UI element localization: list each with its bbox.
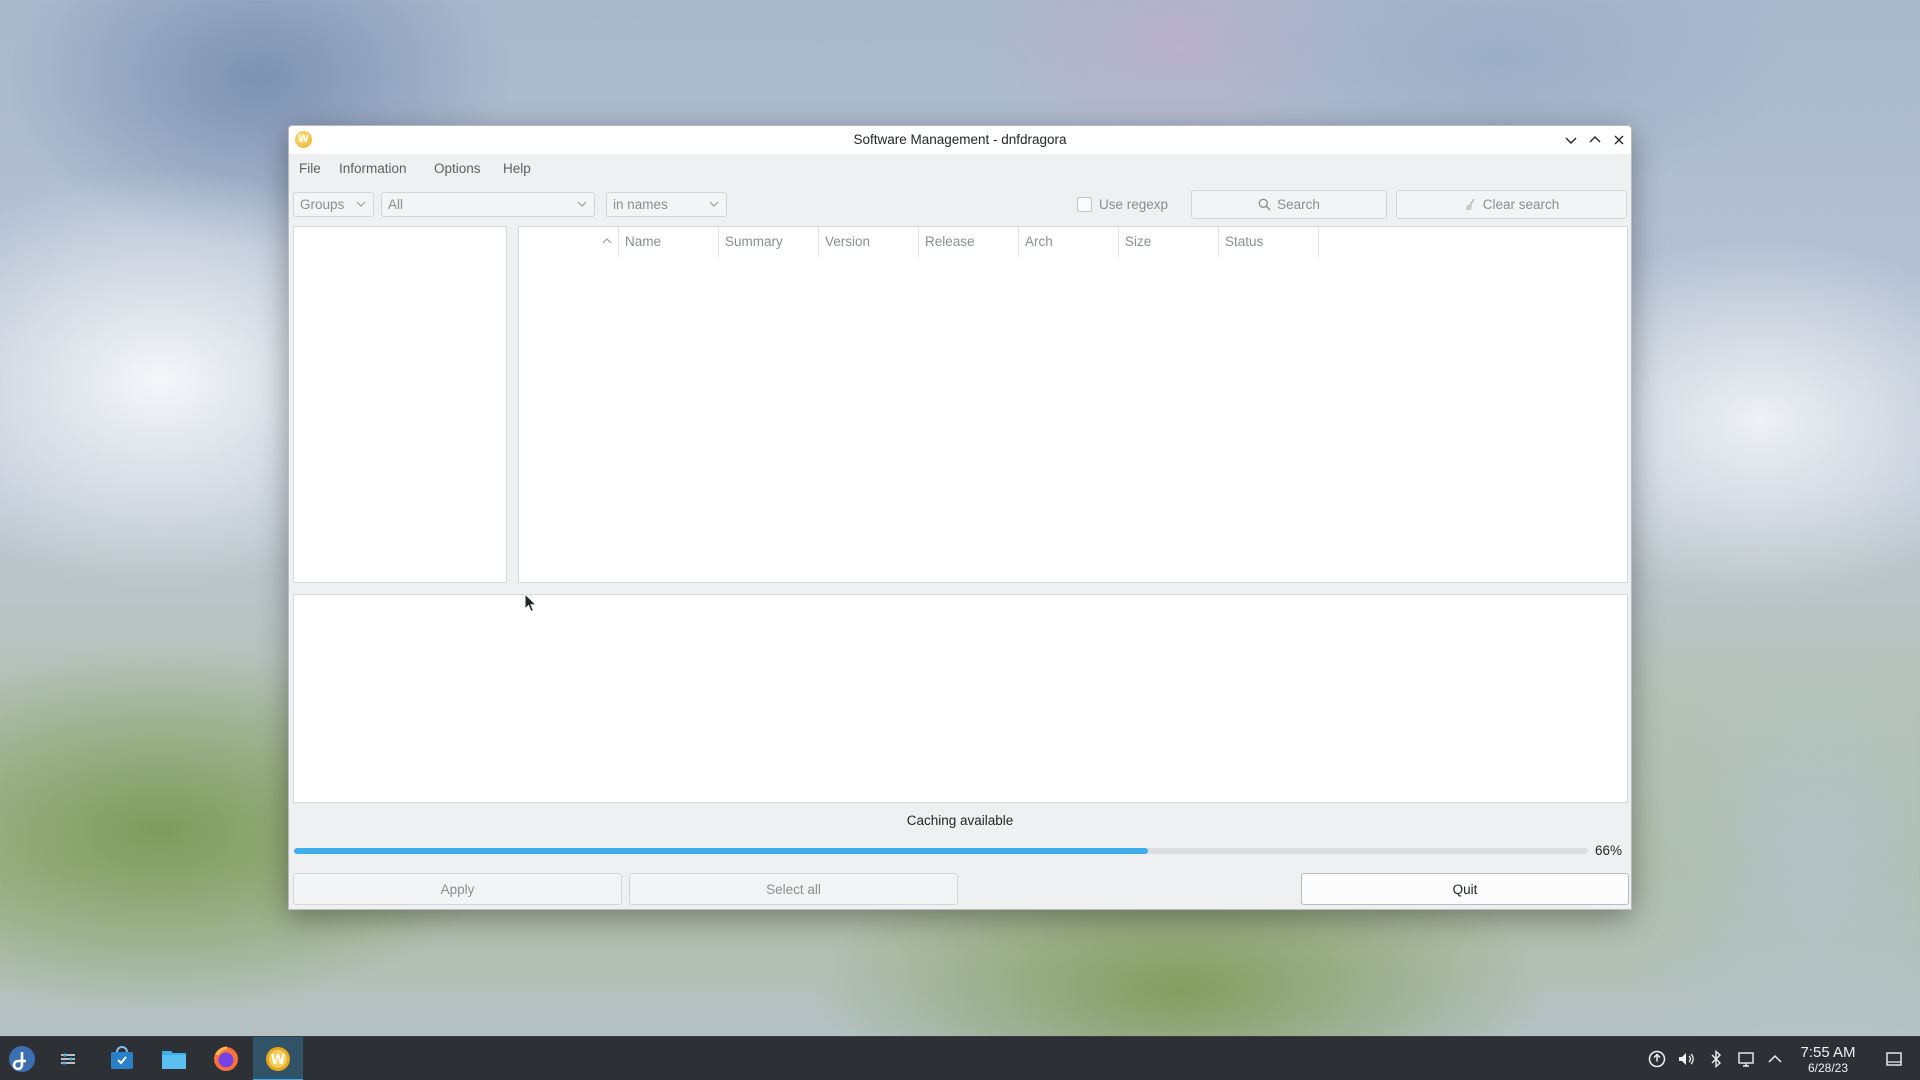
sort-ascending-icon — [602, 238, 612, 244]
search-icon — [1258, 198, 1271, 211]
menu-options[interactable]: Options — [434, 161, 481, 176]
quit-button[interactable]: Quit — [1301, 873, 1629, 905]
chevron-down-icon — [356, 201, 366, 207]
view-combo[interactable]: Groups — [293, 192, 374, 217]
search-scope-value: in names — [613, 197, 668, 212]
use-regexp-label: Use regexp — [1099, 197, 1169, 212]
settings-icon[interactable] — [52, 1043, 84, 1075]
clock-date[interactable]: 6/28/23 — [1788, 1061, 1868, 1075]
close-button[interactable] — [1609, 130, 1629, 150]
mouse-cursor-icon — [524, 593, 538, 613]
dnfdragora-icon[interactable]: W — [262, 1043, 294, 1075]
menu-information[interactable]: Information — [339, 161, 407, 176]
select-all-button[interactable]: Select all — [629, 873, 958, 905]
svg-text:W: W — [271, 1053, 285, 1068]
minimize-button[interactable] — [1561, 130, 1581, 150]
chevron-up-icon — [1589, 136, 1601, 143]
column-header-status[interactable]: Status — [1219, 227, 1319, 257]
menu-bar: File Information Options Help — [289, 154, 1631, 182]
search-scope-combo[interactable]: in names — [606, 192, 727, 217]
column-header-release[interactable]: Release — [919, 227, 1019, 257]
group-list[interactable] — [293, 226, 507, 583]
broom-icon — [1465, 198, 1475, 210]
close-icon — [1614, 135, 1624, 145]
maximize-button[interactable] — [1585, 130, 1605, 150]
progress-bar-fill — [294, 848, 1149, 854]
chevron-down-icon — [709, 201, 719, 207]
volume-icon[interactable] — [1677, 1050, 1695, 1068]
title-bar[interactable]: W Software Management - dnfdragora — [289, 126, 1631, 154]
dnfdragora-window: W Software Management - dnfdragora File … — [288, 125, 1632, 910]
column-header-name[interactable]: Name — [619, 227, 719, 257]
progress-bar — [294, 848, 1588, 854]
column-header-summary[interactable]: Summary — [719, 227, 819, 257]
bluetooth-icon[interactable] — [1707, 1049, 1725, 1069]
table-header: Name Summary Version Release Arch Size S… — [519, 227, 1627, 257]
clock-time[interactable]: 7:55 AM — [1788, 1044, 1868, 1061]
menu-help[interactable]: Help — [503, 161, 531, 176]
column-header-arch[interactable]: Arch — [1019, 227, 1119, 257]
chevron-down-icon — [1565, 137, 1577, 144]
filter-combo[interactable]: All — [381, 192, 595, 217]
expand-tray-icon[interactable] — [1766, 1050, 1784, 1068]
column-header-size[interactable]: Size — [1119, 227, 1219, 257]
fedora-start-icon[interactable] — [6, 1043, 38, 1075]
package-info-panel[interactable] — [293, 594, 1628, 803]
taskbar: W 7:55 AM 6/28/23 — [0, 1036, 1920, 1080]
menu-file[interactable]: File — [299, 161, 321, 176]
chevron-down-icon — [577, 201, 587, 207]
file-manager-icon[interactable] — [158, 1043, 190, 1075]
discover-store-icon[interactable] — [106, 1043, 138, 1075]
view-combo-value: Groups — [300, 197, 345, 212]
update-icon[interactable] — [1648, 1050, 1666, 1068]
use-regexp-checkbox[interactable] — [1077, 197, 1092, 212]
firefox-icon[interactable] — [210, 1043, 242, 1075]
search-button[interactable]: Search — [1191, 190, 1387, 219]
clear-search-button[interactable]: Clear search — [1396, 190, 1627, 219]
clear-search-label: Clear search — [1482, 197, 1560, 212]
filter-combo-value: All — [388, 197, 404, 212]
network-icon[interactable] — [1737, 1050, 1755, 1068]
column-header-version[interactable]: Version — [819, 227, 919, 257]
apply-button[interactable]: Apply — [293, 873, 622, 905]
search-button-label: Search — [1277, 197, 1320, 212]
progress-percent-label: 66% — [1595, 843, 1623, 858]
show-desktop-icon[interactable] — [1885, 1050, 1903, 1068]
column-header-select[interactable] — [519, 227, 619, 257]
window-title: Software Management - dnfdragora — [853, 132, 1067, 147]
package-table[interactable]: Name Summary Version Release Arch Size S… — [518, 226, 1628, 583]
status-message: Caching available — [906, 813, 1014, 828]
